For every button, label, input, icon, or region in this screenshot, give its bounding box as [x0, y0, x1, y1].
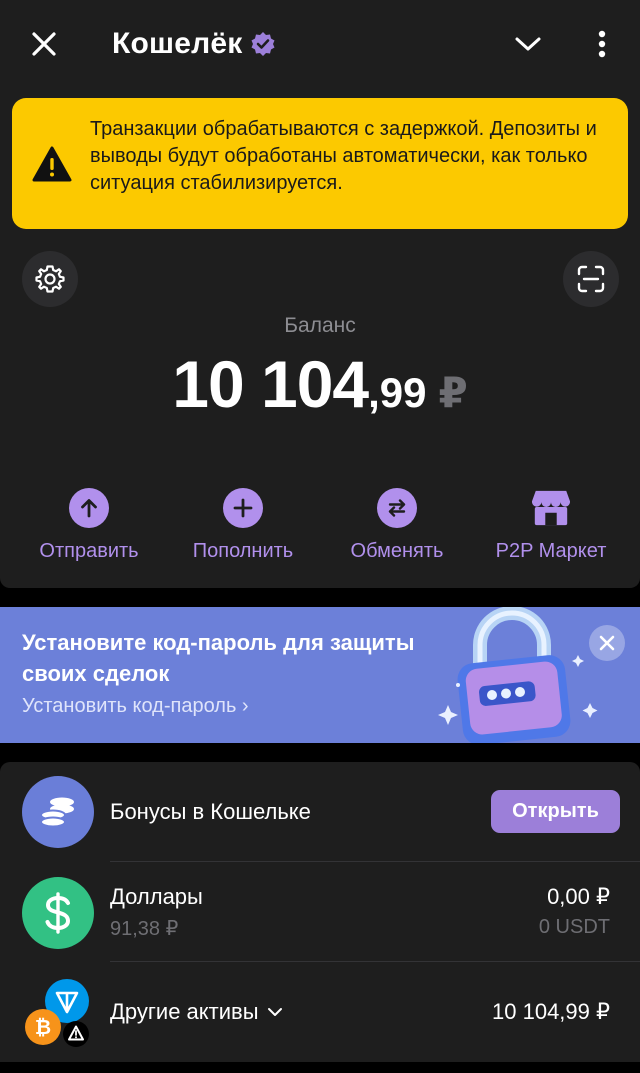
title-group: Кошелёк	[112, 24, 276, 64]
other-assets-label: Другие активы	[110, 999, 259, 1024]
shop-icon	[531, 488, 571, 528]
scan-qr-button[interactable]	[563, 251, 619, 307]
banner-close-button[interactable]	[589, 625, 625, 661]
close-icon	[32, 32, 56, 56]
page-title: Кошелёк	[112, 27, 243, 60]
dollar-icon	[22, 877, 94, 949]
p2p-market-label: P2P Маркет	[495, 540, 607, 562]
dollars-rate: 91,38 ₽	[110, 918, 179, 940]
open-bonus-button[interactable]: Открыть	[491, 790, 620, 833]
exchange-button[interactable]: Обменять	[317, 488, 477, 563]
balance-label: Баланс	[284, 314, 356, 337]
more-vertical-icon	[598, 30, 606, 58]
asset-cluster-icon: ₿	[24, 978, 94, 1048]
bonus-title: Бонусы в Кошельке	[110, 799, 311, 824]
gear-icon	[35, 265, 65, 293]
balance-integer: 10 104	[172, 347, 369, 421]
dollars-title: Доллары	[110, 884, 203, 909]
balance-fraction: ,99	[368, 369, 427, 416]
arrow-up-icon	[69, 488, 109, 528]
other-assets-title[interactable]: Другие активы	[110, 999, 283, 1025]
close-icon	[599, 635, 615, 651]
send-button[interactable]: Отправить	[9, 488, 169, 563]
divider	[110, 861, 640, 862]
dollars-amount-usdt: 0 USDT	[538, 916, 610, 938]
top-up-label: Пополнить	[192, 540, 294, 562]
more-menu-button[interactable]	[584, 24, 620, 64]
action-bar: Отправить Пополнить Обменять P2P Маркет	[0, 488, 640, 568]
banner-title: Установите код-пароль для защиты своих с…	[22, 630, 415, 686]
settings-button[interactable]	[22, 251, 78, 307]
swap-icon	[377, 488, 417, 528]
balance-card: Транзакции обрабатываются с задержкой. Д…	[0, 88, 640, 588]
assets-list: Бонусы в Кошельке Открыть Доллары 91,38 …	[0, 762, 640, 1062]
warning-triangle-icon	[32, 146, 72, 182]
verified-badge-icon	[251, 32, 275, 56]
warning-text: Транзакции обрабатываются с задержкой. Д…	[90, 118, 597, 194]
scan-icon	[577, 265, 605, 293]
wallet-switch-button[interactable]	[508, 24, 548, 64]
close-button[interactable]	[24, 24, 64, 64]
warning-badge-icon	[63, 1021, 89, 1047]
dollars-amount: 0,00 ₽	[547, 884, 610, 909]
other-assets-amount: 10 104,99 ₽	[492, 999, 610, 1024]
passcode-promo-banner[interactable]: Установите код-пароль для защиты своих с…	[0, 607, 640, 743]
exchange-label: Обменять	[350, 540, 444, 562]
warning-banner: Транзакции обрабатываются с задержкой. Д…	[12, 98, 628, 229]
svg-text:₿: ₿	[35, 1015, 51, 1039]
p2p-market-button[interactable]: P2P Маркет	[471, 488, 631, 563]
set-passcode-link[interactable]: Установить код-пароль ›	[22, 695, 249, 718]
balance-currency: ₽	[438, 369, 468, 416]
chevron-down-icon	[515, 37, 541, 51]
bitcoin-icon: ₿	[25, 1009, 61, 1045]
send-label: Отправить	[39, 540, 139, 562]
divider	[110, 961, 640, 962]
balance-amount: 10 104,99 ₽	[0, 346, 640, 422]
plus-icon	[223, 488, 263, 528]
chevron-down-icon	[267, 1008, 282, 1016]
padlock-illustration	[438, 607, 598, 743]
app-header: Кошелёк	[0, 0, 640, 88]
top-up-button[interactable]: Пополнить	[163, 488, 323, 563]
bottom-strip	[0, 1062, 640, 1073]
coins-icon	[22, 776, 94, 848]
